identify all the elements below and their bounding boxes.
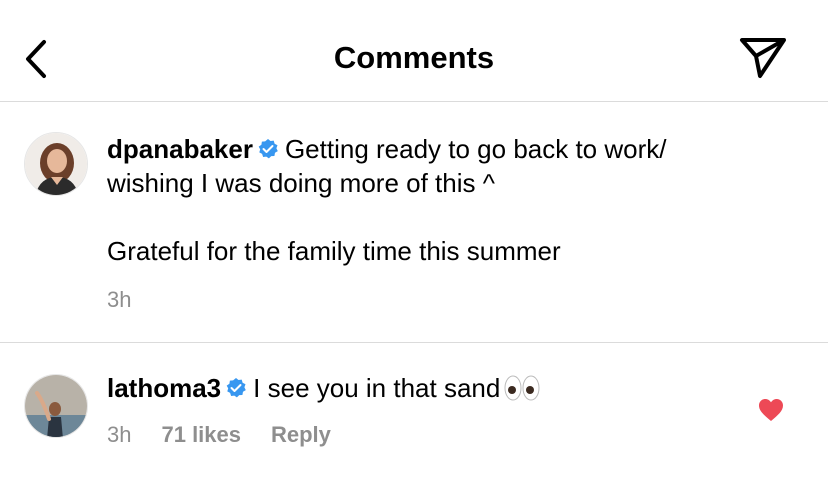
page-title: Comments (333, 40, 495, 75)
comment-item: lathoma3 I see you in that sand 3h 71 like… (0, 344, 828, 498)
caption-text-line2: wishing I was doing more of this ^ (107, 168, 495, 198)
header-bar: Comments (0, 0, 828, 102)
comment-body: I see you in that sand (253, 373, 501, 403)
caption-timestamp: 3h (107, 287, 132, 312)
avatar[interactable] (24, 374, 88, 438)
eyes-emoji-icon (504, 375, 540, 401)
avatar[interactable] (24, 132, 88, 196)
caption-text-paragraph2: Grateful for the family time this summer (107, 236, 561, 266)
comment-timestamp: 3h (107, 422, 132, 447)
caption-text-line1: Getting ready to go back to work/ (284, 134, 667, 164)
caption-username[interactable]: dpanabaker (107, 134, 253, 164)
comment-text: lathoma3 I see you in that sand (107, 371, 707, 405)
verified-badge-icon (257, 134, 279, 159)
caption-meta: 3h (107, 287, 161, 313)
comment-meta: 3h 71 likes Reply (107, 422, 361, 448)
verified-badge-icon (225, 373, 247, 398)
send-direct-icon[interactable] (738, 36, 788, 80)
reply-button[interactable]: Reply (271, 422, 331, 447)
caption-text: dpanabaker Getting ready to go back to wo… (107, 132, 787, 268)
post-caption: dpanabaker Getting ready to go back to wo… (0, 103, 828, 343)
comment-likes-count[interactable]: 71 likes (161, 422, 241, 447)
comment-username[interactable]: lathoma3 (107, 373, 221, 403)
heart-icon[interactable] (758, 398, 784, 422)
